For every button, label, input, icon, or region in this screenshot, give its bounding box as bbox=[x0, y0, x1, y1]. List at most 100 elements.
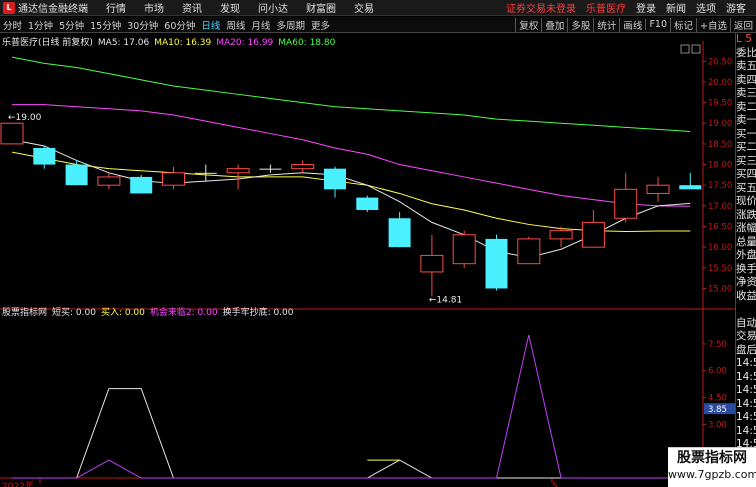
app-title: 通达信金融终端 bbox=[18, 4, 88, 15]
period-tab-1[interactable]: 1分钟 bbox=[25, 18, 56, 32]
period-tab-6[interactable]: 日线 bbox=[198, 18, 223, 32]
x-label-year: 2022年 bbox=[2, 480, 34, 487]
tool-button-3[interactable]: 统计 bbox=[593, 17, 619, 32]
ma-legend-item-0: MA5: 17.06 bbox=[97, 38, 150, 48]
ma-legend-name: 乐普医疗(日线 前复权) bbox=[2, 38, 93, 48]
quote-panel-item-19 bbox=[736, 303, 756, 317]
quote-panel-item-0: 委比 bbox=[736, 46, 756, 59]
period-tab-8[interactable]: 月线 bbox=[248, 18, 273, 32]
tool-button-0[interactable]: 复权 bbox=[515, 17, 541, 32]
ma-legend: 乐普医疗(日线 前复权) MA5: 17.06 MA10: 16.39 MA20: 1… bbox=[2, 35, 340, 48]
candle-body bbox=[33, 148, 56, 165]
quote-panel-item-24: 14:5 bbox=[736, 370, 756, 383]
quote-panel-item-4: 卖二 bbox=[736, 100, 756, 113]
watermark-title: 股票指标网 bbox=[677, 450, 747, 466]
tool-button-4[interactable]: 画线 bbox=[619, 17, 645, 32]
menu-item-zixun[interactable]: 资讯 bbox=[182, 0, 202, 15]
menu-item-shichang[interactable]: 市场 bbox=[144, 0, 164, 15]
tool-button-7[interactable]: +自选 bbox=[696, 17, 730, 32]
menu-item-jiaoyi[interactable]: 交易 bbox=[354, 0, 374, 15]
period-toolbar: 分时 1分钟 5分钟 15分钟 30分钟 60分钟 日线 周线 月线 多周期 更多 复权 叠加 多股 统计画… bbox=[0, 17, 756, 33]
quote-panel-item-12: 涨跌 bbox=[736, 208, 756, 221]
period-tab-4[interactable]: 30分钟 bbox=[124, 18, 161, 32]
candle-body bbox=[291, 164, 315, 170]
indicator-tick-label: 6.00 bbox=[708, 367, 727, 377]
candle-body bbox=[65, 164, 88, 186]
menu-item-faxian[interactable]: 发现 bbox=[220, 0, 240, 15]
period-tab-9[interactable]: 多周期 bbox=[273, 18, 308, 32]
candle-body bbox=[356, 197, 379, 210]
period-tab-5[interactable]: 60分钟 bbox=[161, 18, 198, 32]
quote-panel-item-27: 14:5 bbox=[736, 411, 756, 423]
chart-expand-button bbox=[691, 44, 701, 54]
quote-panel-item-5: 卖一 bbox=[736, 114, 756, 126]
kline-chart[interactable]: 20.50 20.00 19.50 19.00 18.50 18.00 17.50 17.00… bbox=[0, 33, 735, 487]
period-tab-3[interactable]: 15分钟 bbox=[87, 18, 124, 32]
ma-legend-item-2: MA20: 16.99 bbox=[216, 38, 274, 48]
quote-panel-item-18: 收益 bbox=[736, 289, 756, 302]
period-tab-2[interactable]: 5分钟 bbox=[56, 18, 87, 32]
candle-body bbox=[679, 185, 702, 190]
x-label-month: 5 bbox=[552, 482, 558, 487]
tool-button-6[interactable]: 标记 bbox=[670, 17, 696, 32]
price-tick-label: 20.00 bbox=[708, 78, 732, 88]
price-tick-label: 15.00 bbox=[708, 284, 732, 294]
tool-button-5[interactable]: F10 bbox=[645, 19, 670, 30]
period-tab-7[interactable]: 周线 bbox=[223, 18, 248, 32]
quote-panel-item-2: 卖四 bbox=[736, 73, 756, 86]
menu-item-caifuquan[interactable]: 财富圈 bbox=[306, 0, 336, 15]
login-button[interactable]: 登录 bbox=[636, 0, 656, 15]
chart-collapse-button bbox=[680, 44, 690, 54]
quote-panel-item-28: 14:5 bbox=[736, 424, 756, 437]
price-tick-label: 16.00 bbox=[708, 243, 732, 253]
candle-body bbox=[420, 254, 444, 273]
guest-label[interactable]: 游客 bbox=[726, 0, 746, 15]
candle-body bbox=[452, 234, 476, 265]
ind-legend-item-0: 短买: 0.00 bbox=[52, 308, 96, 318]
price-tick-label: 18.50 bbox=[708, 140, 732, 150]
quote-panel-top[interactable]: L 5 bbox=[736, 33, 756, 47]
candle-body bbox=[130, 176, 153, 194]
indicator-tick-label: 4.50 bbox=[708, 394, 727, 404]
quote-panel-item-8: 买三 bbox=[736, 154, 756, 167]
quote-panel-item-20: 自动 bbox=[736, 316, 756, 329]
price-tick-label: 20.50 bbox=[708, 57, 732, 67]
candle-body bbox=[388, 218, 411, 248]
tool-button-2[interactable]: 多股 bbox=[567, 17, 593, 32]
period-tab-10[interactable]: 更多 bbox=[308, 18, 333, 32]
quote-panel-item-17: 净资 bbox=[736, 276, 756, 288]
ma-legend-item-3: MA60: 18.80 bbox=[278, 38, 336, 48]
candle-body bbox=[581, 221, 605, 248]
price-tick-label: 18.00 bbox=[708, 161, 732, 171]
stock-link[interactable]: 乐普医疗 bbox=[586, 0, 626, 15]
candle-body bbox=[162, 172, 185, 186]
quote-panel-item-10: 买五 bbox=[736, 181, 756, 194]
menu-item-wenxiaoda[interactable]: 问小达 bbox=[258, 0, 288, 15]
trade-login-alert[interactable]: 证券交易未登录 bbox=[506, 0, 576, 15]
ind-legend-item-1: 买入: 0.00 bbox=[100, 308, 145, 318]
menu-bar: L 通达信金融终端 行情 市场 资讯 发现 问小达 财富圈 交易 证券交易未登录… bbox=[0, 0, 756, 16]
quote-panel-item-9: 买四 bbox=[736, 168, 756, 180]
ma60-line bbox=[11, 56, 691, 132]
tool-button-1[interactable]: 叠加 bbox=[541, 17, 567, 32]
candle-body bbox=[324, 168, 346, 190]
quote-panel-item-1: 卖五 bbox=[736, 60, 756, 72]
options-button[interactable]: 选项 bbox=[696, 0, 716, 15]
ma20-line bbox=[12, 104, 691, 207]
price-tick-label: 17.50 bbox=[708, 181, 732, 191]
menu-item-hangqing[interactable]: 行情 bbox=[106, 0, 126, 15]
quote-panel-item-23: 14:5 bbox=[736, 357, 756, 369]
quote-panel-item-14: 总量 bbox=[736, 235, 756, 248]
quote-panel-item-13: 涨幅 bbox=[736, 222, 756, 234]
price-tick-label: 15.50 bbox=[708, 264, 732, 274]
app-logo-icon: L bbox=[3, 1, 15, 14]
quote-panel-item-22: 盘后 bbox=[736, 343, 756, 356]
quote-panel-item-11: 现价 bbox=[736, 195, 756, 207]
indicator-legend: 股票指标网 短买: 0.00 买入: 0.00 机会来临2: 0.00 换手牢抄底: 0… bbox=[2, 305, 299, 318]
news-button[interactable]: 新闻 bbox=[666, 0, 686, 15]
tool-button-8[interactable]: 返回 bbox=[729, 17, 756, 32]
quote-panel-item-26: 14:5 bbox=[736, 397, 756, 410]
indicator-white-line bbox=[12, 388, 691, 479]
period-tab-0[interactable]: 分时 bbox=[0, 18, 25, 32]
quote-panel-item-15: 外盘 bbox=[736, 249, 756, 261]
